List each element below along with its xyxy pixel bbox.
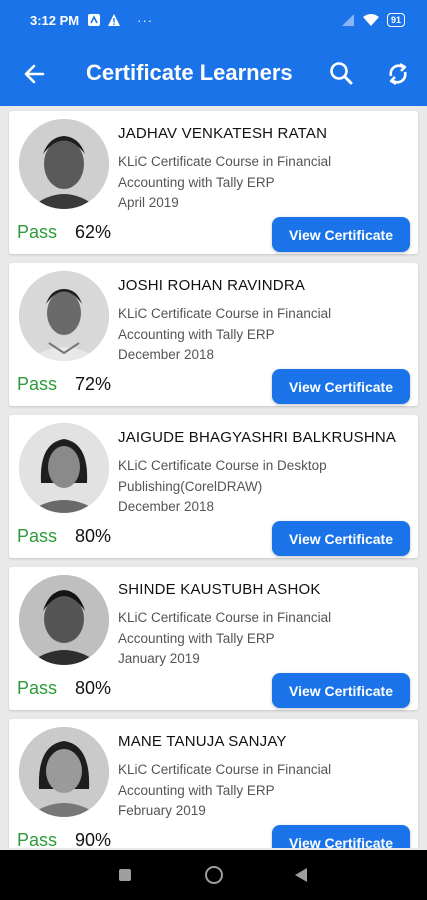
learner-card: JAIGUDE BHAGYASHRI BALKRUSHNA KLiC Certi… — [9, 415, 418, 558]
signal-icon — [341, 14, 354, 26]
home-icon[interactable] — [205, 866, 223, 884]
result-status: Pass — [17, 374, 58, 394]
warning-icon — [108, 14, 121, 26]
course-name: KLiC Certificate Course in Financial Acc… — [118, 306, 332, 342]
battery-icon: 91 — [386, 13, 405, 27]
learner-photo — [19, 271, 109, 361]
course-date: December 2018 — [118, 347, 215, 362]
recent-apps-icon[interactable] — [119, 869, 131, 881]
back-nav-icon[interactable] — [294, 867, 308, 883]
search-icon — [330, 62, 353, 85]
app-bar: Certificate Learners — [0, 40, 427, 106]
arrow-back-icon — [24, 64, 45, 84]
course-date: April 2019 — [118, 195, 179, 210]
course-date: January 2019 — [118, 651, 200, 666]
course-date: February 2019 — [118, 803, 206, 818]
notification-app-icon — [88, 14, 101, 26]
back-button[interactable] — [18, 58, 50, 90]
view-certificate-button[interactable]: View Certificate — [272, 521, 410, 556]
learner-name: JAIGUDE BHAGYASHRI BALKRUSHNA — [118, 429, 397, 446]
course-name: KLiC Certificate Course in Financial Acc… — [118, 762, 332, 798]
learner-name: JOSHI ROHAN RAVINDRA — [118, 277, 306, 294]
result-percent: 80% — [75, 678, 112, 698]
result-percent: 72% — [75, 374, 112, 394]
learner-photo — [19, 423, 109, 513]
learner-card: SHINDE KAUSTUBH ASHOK KLiC Certificate C… — [9, 567, 418, 710]
more-notifications-icon: ··· — [137, 12, 154, 28]
status-bar: 3:12 PM ··· 91 — [0, 0, 427, 40]
course-name: KLiC Certificate Course in Desktop Publi… — [118, 458, 327, 494]
learner-photo — [19, 119, 109, 209]
result-status: Pass — [17, 830, 58, 848]
learner-photo — [19, 575, 109, 665]
view-certificate-button[interactable]: View Certificate — [272, 673, 410, 708]
learner-card: JOSHI ROHAN RAVINDRA KLiC Certificate Co… — [9, 263, 418, 406]
search-button[interactable] — [326, 58, 358, 90]
course-date: December 2018 — [118, 499, 215, 514]
wifi-icon — [362, 14, 379, 26]
learner-card: MANE TANUJA SANJAY KLiC Certificate Cour… — [9, 719, 418, 848]
refresh-icon — [389, 62, 407, 86]
course-name: KLiC Certificate Course in Financial Acc… — [118, 154, 332, 190]
result-status: Pass — [17, 678, 58, 698]
view-certificate-button[interactable]: View Certificate — [272, 825, 410, 848]
learners-list[interactable]: JADHAV VENKATESH RATAN KLiC Certificate … — [0, 106, 427, 848]
view-certificate-button[interactable]: View Certificate — [272, 217, 410, 252]
learner-card: JADHAV VENKATESH RATAN KLiC Certificate … — [9, 111, 418, 254]
result-percent: 90% — [75, 830, 112, 848]
learner-name: SHINDE KAUSTUBH ASHOK — [118, 581, 321, 598]
learner-name: MANE TANUJA SANJAY — [118, 733, 287, 750]
view-certificate-button[interactable]: View Certificate — [272, 369, 410, 404]
course-name: KLiC Certificate Course in Financial Acc… — [118, 610, 332, 646]
status-time: 3:12 PM — [30, 12, 80, 28]
refresh-button[interactable] — [382, 58, 414, 90]
learner-name: JADHAV VENKATESH RATAN — [118, 125, 328, 142]
page-title: Certificate Learners — [86, 60, 293, 85]
result-percent: 62% — [75, 222, 112, 242]
result-status: Pass — [17, 526, 58, 546]
result-status: Pass — [17, 222, 58, 242]
learner-photo — [19, 727, 109, 817]
result-percent: 80% — [75, 526, 112, 546]
